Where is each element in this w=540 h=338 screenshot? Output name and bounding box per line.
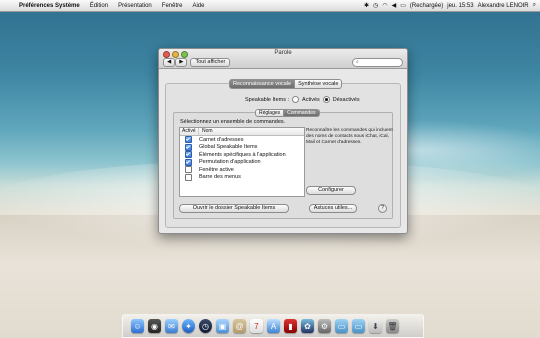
folder-icon[interactable]: ▭ (335, 319, 348, 333)
menu-clock[interactable]: jeu. 15:53 (447, 3, 473, 9)
help-button[interactable]: ? (378, 204, 387, 213)
mail-icon[interactable]: ✉ (165, 319, 178, 333)
enabled-checkbox[interactable] (184, 143, 192, 151)
toolbar: ◀ ▶ Tout afficher (163, 58, 231, 67)
window-titlebar[interactable]: Parole ◀ ▶ Tout afficher ⌕ (159, 49, 407, 69)
tab-settings[interactable]: Réglages (255, 109, 285, 117)
battery-icon[interactable]: ▭ (400, 2, 406, 9)
commands-heading: Sélectionnez un ensemble de commandes. (180, 119, 286, 125)
list-item[interactable]: Permutation d'application (180, 158, 304, 167)
list-item[interactable]: Éléments spécifiques à l'application (180, 151, 304, 159)
nav-buttons: ◀ ▶ (163, 58, 188, 67)
window-title: Parole (274, 50, 292, 56)
radio-on-label[interactable]: Activés (302, 97, 320, 103)
menu-window[interactable]: Fenêtre (157, 3, 188, 9)
list-item-label: Carnet d'adresses (199, 136, 244, 143)
tab-commands[interactable]: Commandes (284, 109, 320, 117)
forward-icon[interactable]: ▶ (175, 58, 188, 67)
system-preferences-icon[interactable]: ⚙ (318, 319, 331, 333)
tab-speech-recognition[interactable]: Reconnaissance vocale (229, 79, 296, 89)
radio-on[interactable] (292, 96, 300, 103)
main-tabs: Reconnaissance vocale Synthèse vocale (229, 79, 343, 89)
ical-icon[interactable]: 7 (250, 319, 263, 333)
spotlight-icon[interactable]: ⌕ (533, 2, 536, 9)
menu-user[interactable]: Alexandre LENOIR (478, 3, 529, 9)
open-folder-button[interactable]: Ouvrir le dossier Speakable Items (179, 204, 289, 213)
menu-edit[interactable]: Édition (85, 3, 113, 9)
list-header: Activé Nom (180, 128, 304, 136)
battery-status[interactable]: (Rechargée) (410, 3, 443, 9)
inner-tabs: Réglages Commandes (255, 109, 320, 117)
wifi-icon[interactable]: ◠ (382, 2, 387, 9)
time-machine-status-icon[interactable]: ◷ (373, 2, 378, 9)
preview-icon[interactable]: ▣ (216, 319, 229, 333)
trash-icon[interactable]: 🗑 (386, 319, 399, 333)
enabled-checkbox[interactable] (184, 173, 192, 181)
list-item-label: Global Speakable Items (199, 144, 258, 151)
documents-icon[interactable]: ▭ (352, 319, 365, 333)
command-description: Reconnaître les commandes qui incluent d… (306, 128, 393, 145)
list-item-label: Barre des menus (199, 174, 241, 181)
list-item-label: Éléments spécifiques à l'application (199, 151, 286, 158)
speech-preferences-window: Parole ◀ ▶ Tout afficher ⌕ Reconnaissanc… (158, 48, 408, 234)
menu-view[interactable]: Présentation (113, 3, 157, 9)
enabled-checkbox[interactable] (184, 158, 192, 166)
menu-extras: ✱ ◷ ◠ ◀ ▭ (Rechargée) jeu. 15:53 Alexand… (364, 2, 540, 9)
menu-bar: Préférences Système Édition Présentation… (0, 0, 540, 12)
safari-icon[interactable]: ✦ (182, 319, 195, 333)
bluetooth-icon[interactable]: ✱ (364, 2, 369, 9)
downloads-icon[interactable]: ⬇ (369, 319, 382, 333)
address-book-icon[interactable]: @ (233, 319, 246, 333)
list-item[interactable]: Global Speakable Items (180, 143, 304, 152)
photo-booth-icon[interactable]: ▮ (284, 319, 297, 333)
column-enabled[interactable]: Activé (180, 128, 199, 135)
list-item[interactable]: Barre des menus (180, 173, 304, 182)
list-item[interactable]: Carnet d'adresses (180, 136, 304, 144)
dock: ☺ ◉ ✉ ✦ ◷ ▣ @ 7 A ▮ ✿ ⚙ ▭ ▭ ⬇ 🗑 (122, 314, 424, 338)
list-item-label: Permutation d'application (199, 159, 261, 166)
enabled-checkbox[interactable] (184, 136, 192, 144)
iphoto-icon[interactable]: ✿ (301, 319, 314, 333)
menu-app-name[interactable]: Préférences Système (14, 3, 85, 9)
search-field[interactable]: ⌕ (352, 58, 403, 67)
finder-icon[interactable]: ☺ (131, 319, 144, 333)
volume-icon[interactable]: ◀ (392, 2, 397, 9)
speakable-items-row: Speakable Items : Activés Désactivés (245, 96, 360, 103)
command-sets-list[interactable]: Activé Nom Carnet d'adresses Global Spea… (179, 127, 305, 197)
search-icon: ⌕ (356, 59, 359, 65)
radio-off[interactable] (322, 96, 330, 103)
dashboard-icon[interactable]: ◉ (148, 319, 161, 333)
speakable-items-label: Speakable Items : (245, 96, 290, 103)
column-name[interactable]: Nom (199, 128, 213, 135)
back-icon[interactable]: ◀ (163, 58, 176, 67)
enabled-checkbox[interactable] (184, 166, 192, 174)
configure-button[interactable]: Configurer (306, 186, 356, 195)
useful-tips-button[interactable]: Astuces utiles... (309, 204, 357, 213)
menu-help[interactable]: Aide (187, 3, 209, 9)
app-store-icon[interactable]: A (267, 319, 280, 333)
list-item[interactable]: Fenêtre active (180, 166, 304, 174)
radio-off-label[interactable]: Désactivés (333, 97, 360, 103)
enabled-checkbox[interactable] (184, 151, 192, 159)
time-machine-icon[interactable]: ◷ (199, 319, 212, 333)
tab-text-to-speech[interactable]: Synthèse vocale (295, 79, 343, 89)
show-all-button[interactable]: Tout afficher (190, 58, 231, 67)
list-item-label: Fenêtre active (199, 166, 234, 173)
